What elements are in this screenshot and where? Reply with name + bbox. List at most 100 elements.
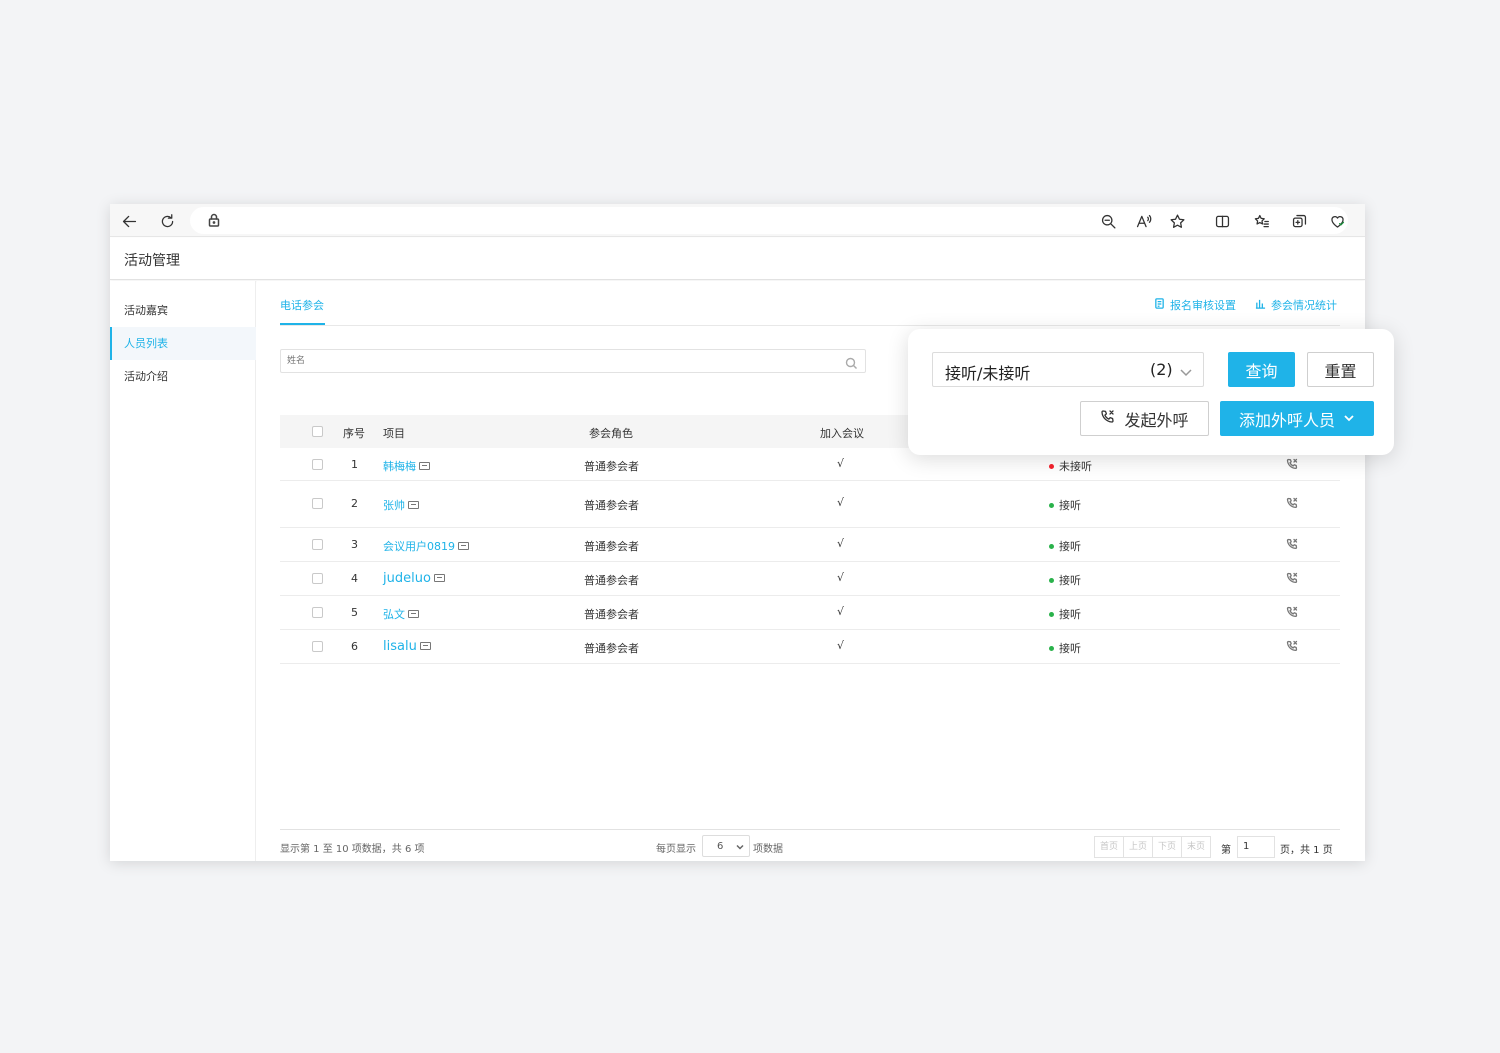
row-status: 接听	[1049, 640, 1081, 656]
status-text: 接听	[1059, 574, 1081, 587]
chevron-down-icon	[1179, 364, 1193, 378]
status-text: 接听	[1059, 540, 1081, 553]
header-project: 项目	[383, 427, 405, 440]
phone-call-icon[interactable]	[1286, 538, 1298, 550]
status-dot-answered	[1049, 645, 1054, 651]
sidebar-item-intro[interactable]: 活动介绍	[110, 360, 256, 393]
answer-status-count: (2)	[1150, 360, 1173, 379]
row-index: 2	[351, 497, 358, 510]
tab-phone-meeting[interactable]: 电话参会	[280, 297, 324, 313]
select-all-checkbox[interactable]	[312, 426, 323, 437]
page-size-value: 6	[717, 841, 724, 852]
row-role: 普通参会者	[584, 608, 639, 621]
table-footer: 显示第 1 至 10 项数据，共 6 项 每页显示 6 项数据 首页 上页 下页…	[280, 831, 1340, 861]
row-index: 1	[351, 458, 358, 471]
next-page-button[interactable]: 下页	[1152, 836, 1182, 858]
reset-button[interactable]: 重置	[1307, 352, 1374, 387]
signup-review-link[interactable]: 报名审核设置	[1154, 297, 1236, 313]
table-row: 4 judeluo 普通参会者 √ 接听	[280, 562, 1340, 596]
id-card-icon	[419, 462, 430, 470]
row-checkbox[interactable]	[312, 573, 323, 584]
row-index: 6	[351, 640, 358, 653]
row-joined: √	[837, 639, 845, 652]
page-size-label: 每页显示	[656, 844, 696, 855]
query-button[interactable]: 查询	[1228, 352, 1295, 387]
status-text: 未接听	[1059, 460, 1092, 473]
pagination: 首页 上页 下页 末页	[1094, 836, 1211, 858]
phone-call-icon	[1100, 409, 1115, 428]
row-checkbox[interactable]	[312, 498, 323, 509]
row-joined: √	[837, 537, 845, 550]
app-header: 活动管理	[110, 238, 1365, 280]
page-size-select[interactable]: 6	[702, 835, 750, 857]
lock-icon	[206, 212, 222, 228]
row-status: 未接听	[1049, 458, 1092, 474]
phone-call-icon[interactable]	[1286, 497, 1298, 509]
participant-name-link[interactable]: judeluo	[383, 571, 431, 586]
refresh-icon[interactable]	[156, 210, 178, 232]
participant-name-link[interactable]: 会议用户0819	[383, 540, 455, 553]
table-row: 6 lisalu 普通参会者 √ 接听	[280, 630, 1340, 664]
split-screen-icon[interactable]	[1211, 210, 1233, 232]
participant-name-link[interactable]: 张帅	[383, 499, 405, 512]
row-checkbox[interactable]	[312, 607, 323, 618]
phone-call-icon[interactable]	[1286, 606, 1298, 618]
favorite-star-icon[interactable]	[1166, 210, 1188, 232]
participant-name-link[interactable]: 韩梅梅	[383, 460, 416, 473]
status-dot-answered	[1049, 502, 1054, 508]
row-name: 会议用户0819	[383, 538, 469, 554]
sidebar-item-guests[interactable]: 活动嘉宾	[110, 294, 256, 327]
page-number-input[interactable]: 1	[1237, 836, 1275, 858]
back-arrow-icon[interactable]	[118, 210, 140, 232]
header-index: 序号	[343, 427, 365, 440]
status-dot-answered	[1049, 577, 1054, 583]
id-card-icon	[408, 610, 419, 618]
attendance-stats-label: 参会情况统计	[1271, 299, 1337, 312]
favorites-list-icon[interactable]	[1250, 210, 1272, 232]
row-checkbox[interactable]	[312, 641, 323, 652]
prev-page-button[interactable]: 上页	[1123, 836, 1153, 858]
last-page-button[interactable]: 末页	[1181, 836, 1211, 858]
browser-essentials-icon[interactable]	[1326, 210, 1348, 232]
row-name: lisalu	[383, 639, 431, 654]
read-aloud-icon[interactable]	[1132, 210, 1154, 232]
attendance-stats-link[interactable]: 参会情况统计	[1255, 297, 1337, 313]
table-row: 2 张帅 普通参会者 √ 接听	[280, 481, 1340, 528]
zoom-icon[interactable]	[1097, 210, 1119, 232]
start-outbound-call-button[interactable]: 发起外呼	[1080, 401, 1209, 436]
status-dot-missed	[1049, 463, 1054, 469]
row-status: 接听	[1049, 606, 1081, 622]
id-card-icon	[458, 542, 469, 550]
collections-icon[interactable]	[1288, 210, 1310, 232]
status-dot-answered	[1049, 543, 1054, 549]
browser-window: 活动管理 活动嘉宾 人员列表 活动介绍 电话参会 报名审核设置 参会情况统计 姓…	[110, 204, 1365, 861]
add-outbound-person-label: 添加外呼人员	[1238, 410, 1335, 430]
first-page-button[interactable]: 首页	[1094, 836, 1124, 858]
participant-name-link[interactable]: lisalu	[383, 639, 417, 654]
answer-status-label: 接听/未接听	[945, 364, 1031, 383]
name-search-input[interactable]	[287, 353, 827, 369]
browser-toolbar	[110, 204, 1365, 237]
row-index: 5	[351, 606, 358, 619]
tab-divider	[280, 325, 1340, 326]
phone-call-icon[interactable]	[1286, 572, 1298, 584]
signup-review-label: 报名审核设置	[1170, 299, 1236, 312]
header-role: 参会角色	[589, 427, 633, 440]
add-outbound-person-button[interactable]: 添加外呼人员	[1220, 401, 1374, 436]
header-joined: 加入会议	[820, 427, 864, 440]
row-role: 普通参会者	[584, 642, 639, 655]
phone-call-icon[interactable]	[1286, 458, 1298, 470]
sidebar-item-people-list[interactable]: 人员列表	[110, 327, 256, 360]
row-checkbox[interactable]	[312, 539, 323, 550]
name-search-box	[280, 349, 866, 373]
row-index: 4	[351, 572, 358, 585]
participant-name-link[interactable]: 弘文	[383, 608, 405, 621]
row-name: 韩梅梅	[383, 458, 430, 474]
answer-status-select[interactable]: 接听/未接听 (2)	[932, 352, 1204, 387]
phone-call-icon[interactable]	[1286, 640, 1298, 652]
footer-divider	[280, 829, 1340, 830]
record-info: 显示第 1 至 10 项数据，共 6 项	[280, 844, 425, 855]
search-icon[interactable]	[845, 355, 858, 369]
row-checkbox[interactable]	[312, 459, 323, 470]
id-card-icon	[419, 641, 431, 650]
